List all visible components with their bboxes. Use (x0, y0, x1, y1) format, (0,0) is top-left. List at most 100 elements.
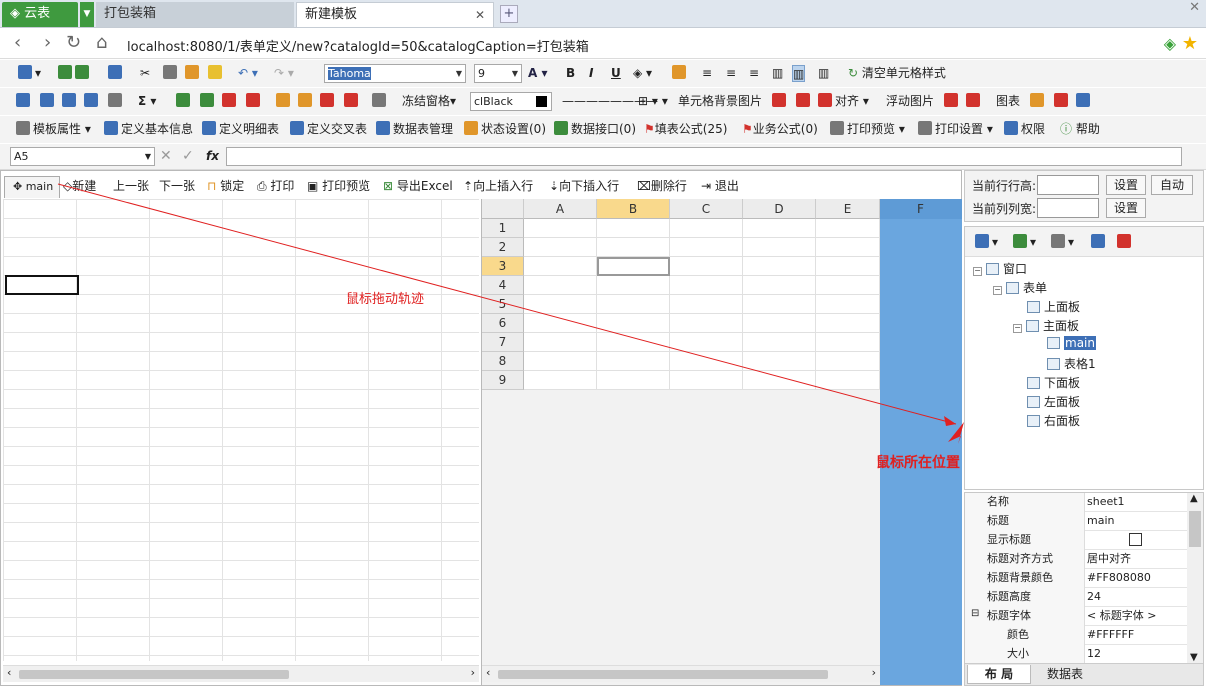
redo-icon[interactable]: ↷ ▾ (274, 65, 294, 82)
tab-datatable[interactable]: 数据表 (1033, 665, 1097, 684)
row-header-1[interactable]: 1 (482, 219, 524, 238)
property-value[interactable]: 24 (1087, 588, 1101, 606)
grid-cell[interactable] (743, 219, 816, 238)
fill-formula-button[interactable]: ⚑填表公式(25) (644, 121, 727, 138)
extension-icon[interactable]: ◈ (1164, 34, 1176, 53)
col-header-a[interactable]: A (524, 199, 597, 219)
permissions-button[interactable]: 权限 (1004, 121, 1045, 138)
col-header-d[interactable]: D (743, 199, 816, 219)
row-header-2[interactable]: 2 (482, 238, 524, 257)
delete-node-icon[interactable] (1117, 234, 1134, 251)
insert-row-icon[interactable] (176, 93, 193, 110)
scroll-thumb-right[interactable] (498, 670, 828, 679)
row-header-9[interactable]: 9 (482, 371, 524, 390)
property-value[interactable]: main (1087, 512, 1114, 530)
property-row[interactable]: 标题对齐方式 居中对齐 (965, 550, 1187, 569)
confirm-icon[interactable]: ✓ (182, 148, 194, 165)
align-center-icon[interactable]: ≡ (726, 65, 736, 82)
show-title-checkbox[interactable] (1129, 533, 1142, 546)
right-horizontal-scrollbar[interactable]: › ‹ (482, 665, 880, 682)
row-header-5[interactable]: 5 (482, 295, 524, 314)
align-button[interactable]: 对齐 ▾ (818, 93, 869, 110)
app-tab[interactable]: ◈ 云表 (2, 2, 78, 27)
chart-label[interactable]: 图表 (996, 93, 1020, 110)
merge-icon-1[interactable] (276, 93, 293, 110)
clear-style-button[interactable]: ↻ 清空单元格样式 (848, 65, 946, 82)
print-settings-button[interactable]: 打印设置 ▾ (918, 121, 993, 138)
new-button[interactable]: ◇新建 (63, 177, 96, 194)
grid-cell[interactable] (670, 352, 743, 371)
grid-cell[interactable] (524, 295, 597, 314)
data-interface-button[interactable]: 数据接口(0) (554, 121, 636, 138)
format-painter-icon[interactable] (208, 65, 225, 82)
color-select[interactable]: clBlack (470, 92, 552, 111)
grid-icon-3[interactable] (62, 93, 79, 110)
selected-column-f[interactable] (880, 199, 962, 685)
scroll-thumb[interactable] (19, 670, 289, 679)
grid-cell[interactable] (816, 295, 880, 314)
bookmark-star-icon[interactable]: ★ (1182, 33, 1198, 54)
grid-cell[interactable] (670, 314, 743, 333)
grid-cell[interactable] (743, 295, 816, 314)
grid-cell[interactable] (670, 238, 743, 257)
borders-icon[interactable]: ⊞ ▾ (638, 93, 658, 110)
grid-cell[interactable] (597, 257, 670, 276)
grid-cell[interactable] (743, 314, 816, 333)
grid-cell[interactable] (816, 276, 880, 295)
next-button[interactable]: 下一张 (159, 177, 195, 194)
grid-cell[interactable] (743, 238, 816, 257)
grid-cell[interactable] (524, 219, 597, 238)
property-value[interactable]: 居中对齐 (1087, 550, 1131, 568)
layout-icon[interactable]: ▾ (975, 234, 998, 251)
prev-button[interactable]: 上一张 (113, 177, 149, 194)
bar-chart-icon-3[interactable] (1076, 93, 1093, 110)
property-row[interactable]: 颜色 #FFFFFF (965, 626, 1187, 645)
row-header-8[interactable]: 8 (482, 352, 524, 371)
back-icon[interactable]: ‹ (14, 34, 21, 52)
tree-node-bottom-panel[interactable]: 下面板 (1027, 374, 1080, 391)
grid-cell[interactable] (597, 238, 670, 257)
valign-bottom-icon[interactable]: ▥ (818, 65, 829, 82)
export-icon[interactable] (58, 65, 92, 82)
datatable-manage-button[interactable]: 数据表管理 (376, 121, 453, 138)
property-row[interactable]: 标题 main (965, 512, 1187, 531)
grid-cell[interactable] (524, 333, 597, 352)
grid-cell[interactable] (816, 257, 880, 276)
formula-input[interactable] (226, 147, 1182, 166)
page-icon[interactable]: ▾ (1051, 234, 1074, 251)
help-button[interactable]: ⓘ 帮助 (1060, 121, 1100, 138)
font-select[interactable]: Tahoma ▼ (324, 64, 466, 83)
remove-float-image-icon[interactable] (966, 93, 983, 110)
paste-icon[interactable] (185, 65, 202, 82)
set-col-width-button[interactable]: 设置 (1106, 198, 1146, 218)
col-header-b[interactable]: B (597, 199, 670, 219)
copy-node-icon[interactable] (1091, 234, 1108, 251)
main-sheet-tab[interactable]: ✥ main (4, 176, 60, 198)
set-row-height-button[interactable]: 设置 (1106, 175, 1146, 195)
row-header-3[interactable]: 3 (482, 257, 524, 276)
home-icon[interactable]: ⌂ (96, 34, 107, 52)
grid-cell[interactable] (670, 371, 743, 390)
freeze-panes-button[interactable]: 冻结窗格▾ (402, 93, 456, 110)
forward-icon[interactable]: › (44, 34, 51, 52)
grid-cell[interactable] (524, 276, 597, 295)
grid-cell[interactable] (670, 257, 743, 276)
exit-button[interactable]: ⇥ 退出 (701, 177, 739, 194)
grid-cell[interactable] (524, 352, 597, 371)
remove-image-icon[interactable] (796, 93, 813, 110)
save-icon[interactable]: ▾ (18, 65, 41, 82)
define-cross-button[interactable]: 定义交叉表 (290, 121, 367, 138)
col-header-f[interactable]: F (880, 199, 962, 219)
grid-cell[interactable] (597, 219, 670, 238)
grid-cell[interactable] (524, 371, 597, 390)
reload-icon[interactable]: ↻ (66, 34, 81, 52)
corner-cell[interactable] (482, 199, 524, 219)
property-value[interactable]: 12 (1087, 645, 1101, 663)
property-value[interactable]: < 标题字体 > (1087, 607, 1156, 625)
grid-cell[interactable] (670, 295, 743, 314)
property-value[interactable]: #FF808080 (1087, 569, 1151, 587)
tree-node-main-panel[interactable]: − 主面板 (1013, 317, 1079, 334)
grid-cell[interactable] (670, 333, 743, 352)
grid-cell[interactable] (816, 352, 880, 371)
grid-cell[interactable] (743, 333, 816, 352)
